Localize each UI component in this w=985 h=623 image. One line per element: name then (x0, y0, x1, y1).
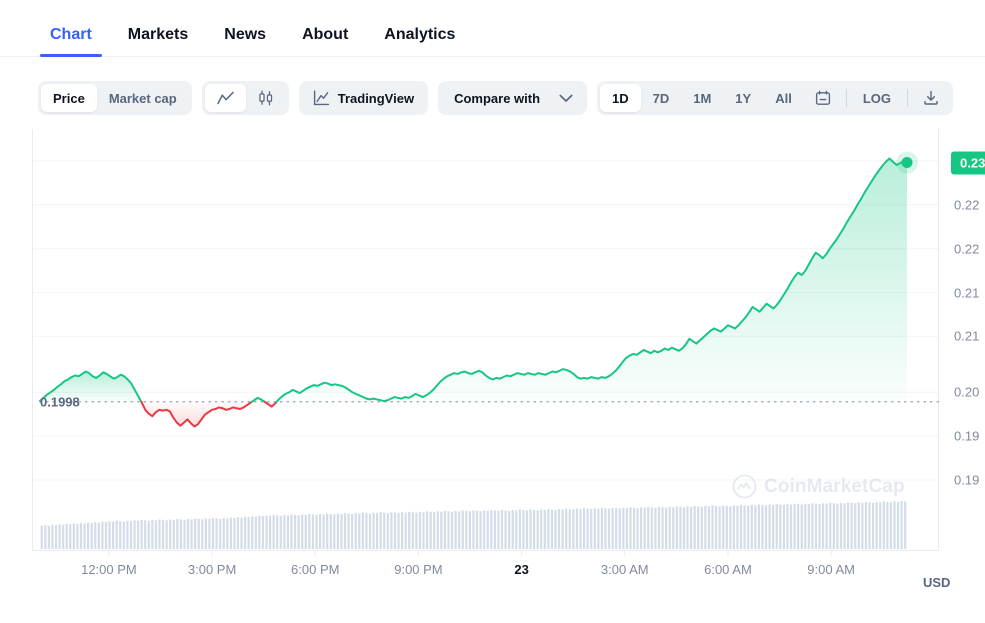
section-tabs: Chart Markets News About Analytics (0, 0, 985, 57)
time-range-group: 1D 7D 1M 1Y All LOG (597, 81, 953, 115)
y-axis-label: 0.19 (954, 473, 979, 488)
y-axis-label: 0.22 (954, 241, 979, 256)
metric-toggle-group: Price Market cap (38, 81, 192, 115)
metric-marketcap-button[interactable]: Market cap (97, 84, 189, 112)
tab-chart-label: Chart (50, 26, 92, 43)
tab-news-label: News (224, 26, 266, 43)
x-axis-label: 9:00 PM (394, 562, 442, 577)
toolbar-divider-2 (907, 89, 908, 107)
y-axis-label: 0.22 (954, 197, 979, 212)
chart-toolbar: Price Market cap (0, 57, 985, 121)
y-axis-label: 0.19 (954, 429, 979, 444)
x-axis-label: 6:00 PM (291, 562, 339, 577)
tab-about-label: About (302, 26, 348, 43)
axis-line-icon (313, 90, 330, 106)
range-7d-button[interactable]: 7D (641, 84, 682, 112)
chart-type-group (202, 81, 289, 115)
tab-markets[interactable]: Markets (110, 27, 206, 56)
log-scale-button[interactable]: LOG (851, 84, 903, 112)
toolbar-divider-1 (846, 89, 847, 107)
tradingview-label: TradingView (338, 91, 414, 106)
range-all-button[interactable]: All (763, 84, 804, 112)
open-price-label: 0.1998 (40, 394, 80, 409)
chevron-down-icon (559, 94, 573, 103)
download-icon (923, 90, 939, 106)
candlestick-chart-icon (257, 90, 275, 106)
tab-about[interactable]: About (284, 27, 366, 56)
range-1y-button[interactable]: 1Y (723, 84, 763, 112)
tab-analytics-label: Analytics (384, 26, 455, 43)
x-axis-label: 23 (514, 562, 528, 577)
tradingview-button[interactable]: TradingView (299, 81, 428, 115)
y-axis-label: 0.21 (954, 329, 979, 344)
line-chart-icon (216, 91, 235, 106)
chart-container: CoinMarketCap 0.230.220.220.210.210.200.… (0, 129, 985, 607)
tab-markets-label: Markets (128, 26, 188, 43)
x-axis-label: 3:00 AM (601, 562, 649, 577)
x-axis-label: 12:00 PM (81, 562, 137, 577)
range-1m-button[interactable]: 1M (681, 84, 723, 112)
y-axis-label: 0.20 (954, 385, 979, 400)
compare-with-dropdown[interactable]: Compare with (438, 81, 587, 115)
tab-news[interactable]: News (206, 27, 284, 56)
currency-label: USD (923, 575, 950, 590)
price-chart-svg (32, 129, 953, 599)
y-axis-label: 0.21 (954, 285, 979, 300)
calendar-icon (815, 90, 831, 106)
metric-price-button[interactable]: Price (41, 84, 97, 112)
compare-with-label: Compare with (454, 91, 540, 106)
range-1d-button[interactable]: 1D (600, 84, 641, 112)
price-chart[interactable]: CoinMarketCap 0.230.220.220.210.210.200.… (32, 129, 953, 599)
candlestick-chart-button[interactable] (246, 84, 286, 112)
line-chart-button[interactable] (205, 84, 246, 112)
x-axis-label: 3:00 PM (188, 562, 236, 577)
tab-chart[interactable]: Chart (32, 27, 110, 56)
download-button[interactable] (912, 84, 950, 112)
tab-analytics[interactable]: Analytics (366, 27, 473, 56)
current-price-badge: 0.23 (951, 151, 985, 174)
x-axis-label: 6:00 AM (704, 562, 752, 577)
x-axis-label: 9:00 AM (807, 562, 855, 577)
calendar-button[interactable] (804, 84, 842, 112)
